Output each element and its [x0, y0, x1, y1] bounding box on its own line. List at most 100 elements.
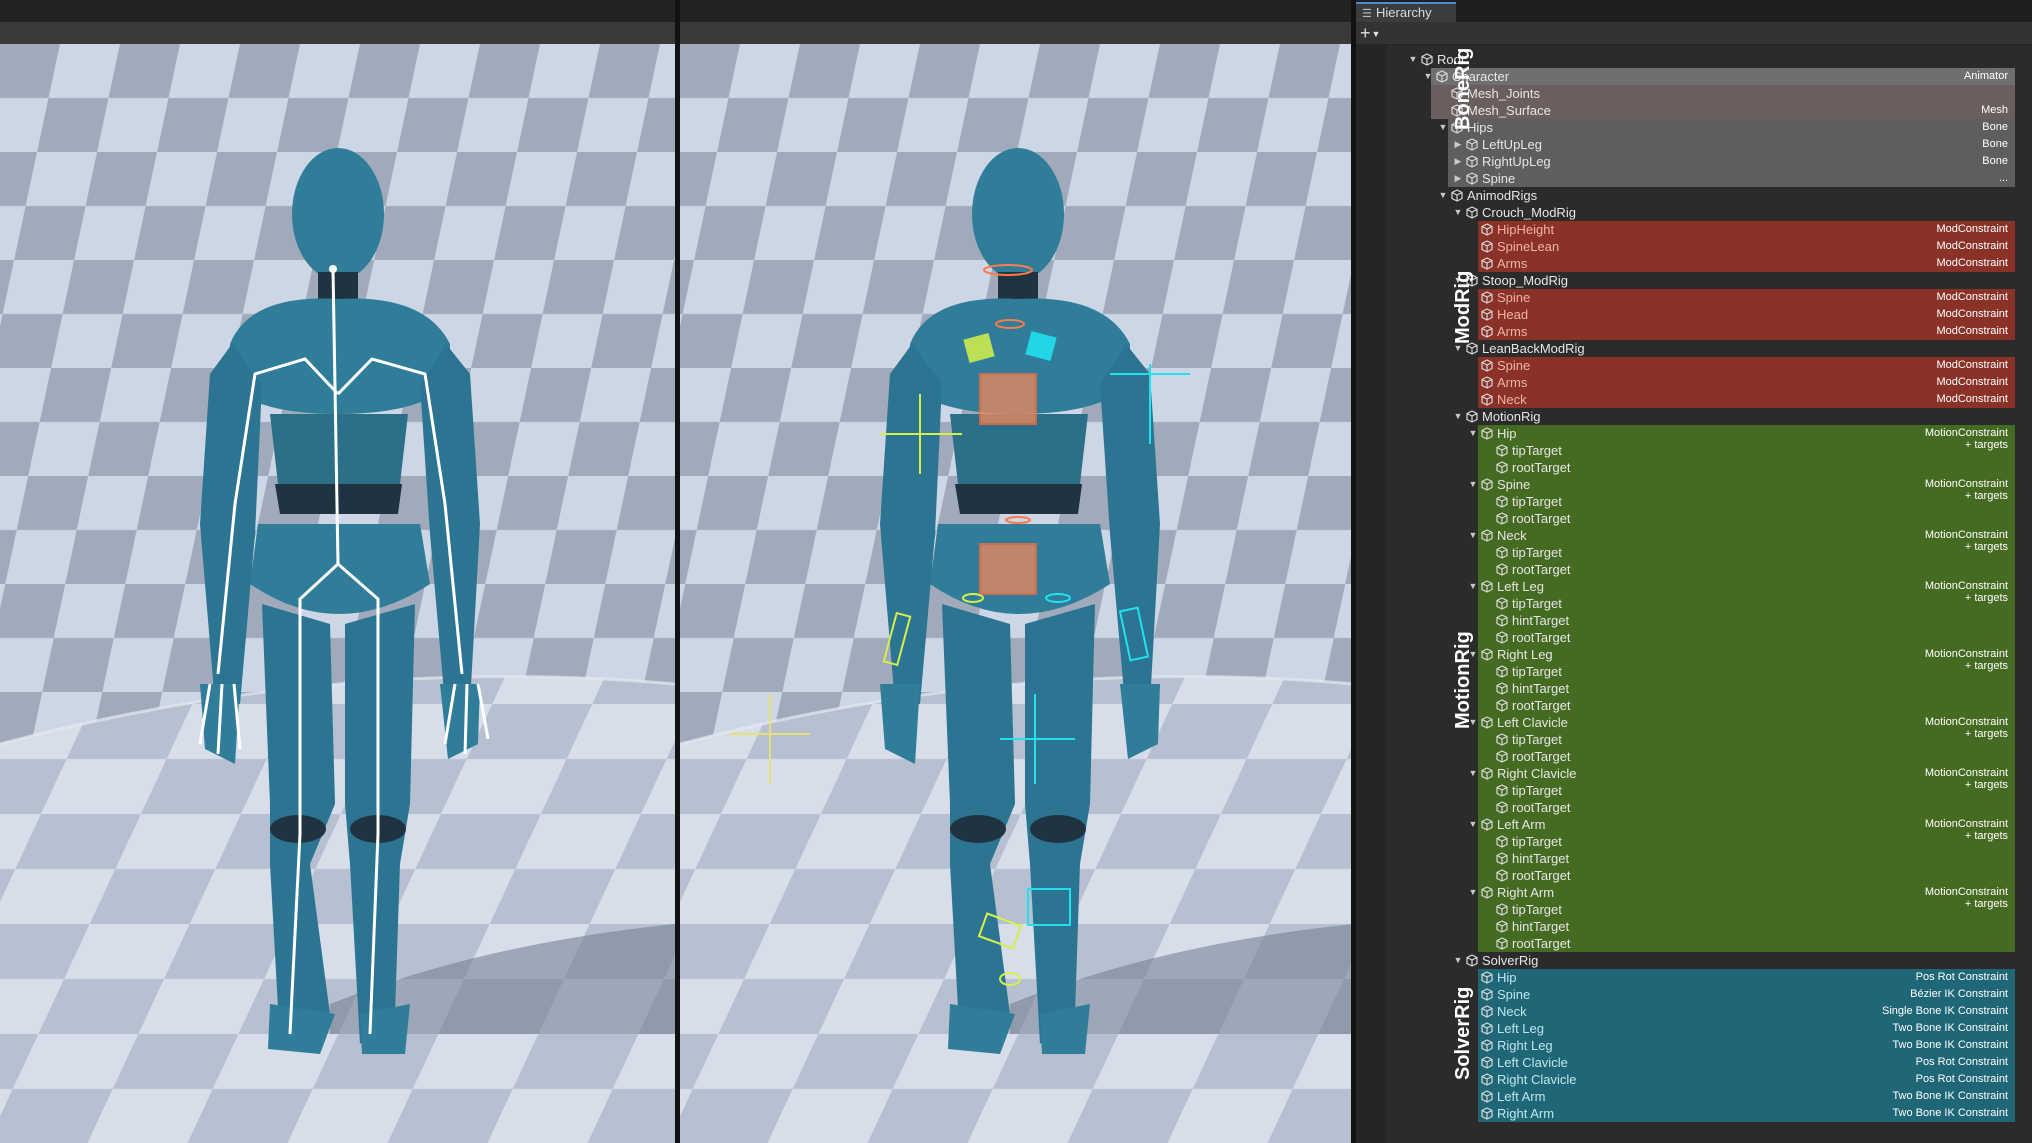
hierarchy-item-solverrig[interactable]: ▼ SolverRig [1356, 952, 2015, 969]
component-type-label: ModConstraint [1936, 359, 2008, 371]
hierarchy-item-label: hintTarget [1512, 851, 1570, 866]
hierarchy-item-crouch-modrig[interactable]: ▼ Crouch_ModRig [1356, 204, 2015, 221]
component-type-label: ModConstraint [1936, 325, 2008, 337]
hierarchy-item-left-arm[interactable]: Left Arm Two Bone IK Constraint [1356, 1088, 2015, 1105]
hierarchy-item-label: Spine [1497, 477, 1531, 492]
hierarchy-item-rightupleg[interactable]: ▶ RightUpLeg Bone [1356, 153, 2015, 170]
hierarchy-item-right-arm[interactable]: ▼ Right Arm MotionConstraint + targets [1356, 884, 2015, 910]
hierarchy-item-tiptarget[interactable]: tipTarget [1356, 544, 2015, 561]
collapse-arrow-icon[interactable]: ▶ [1453, 136, 1463, 153]
expand-arrow-icon[interactable]: ▼ [1453, 204, 1463, 221]
hierarchy-item-animodrigs[interactable]: ▼ AnimodRigs [1356, 187, 2015, 204]
hierarchy-item-label: tipTarget [1512, 783, 1562, 798]
hierarchy-item-right-clavicle[interactable]: ▼ Right Clavicle MotionConstraint + targets [1356, 765, 2015, 791]
hierarchy-item-left-leg[interactable]: ▼ Left Leg MotionConstraint + targets [1356, 578, 2015, 604]
gameobject-cube-icon [1481, 291, 1493, 304]
gameobject-cube-icon [1481, 325, 1493, 338]
hierarchy-item-label: Left Arm [1497, 1089, 1546, 1104]
expand-arrow-icon[interactable]: ▼ [1408, 51, 1418, 68]
hierarchy-item-hinttarget[interactable]: hintTarget [1356, 850, 2015, 867]
component-type-label: ModConstraint [1936, 257, 2008, 269]
tab-hierarchy[interactable]: ☰ Hierarchy [1356, 2, 1456, 22]
expand-arrow-icon[interactable]: ▼ [1468, 476, 1478, 493]
hierarchy-item-hipheight[interactable]: HipHeight ModConstraint [1356, 221, 2015, 238]
scene-viewport-left[interactable] [0, 0, 675, 1143]
expand-arrow-icon[interactable]: ▼ [1423, 68, 1433, 85]
gameobject-cube-icon [1466, 172, 1478, 185]
gameobject-cube-icon [1481, 1107, 1493, 1120]
scene-view-bone-rig[interactable] [0, 44, 675, 1143]
hierarchy-item-roottarget[interactable]: rootTarget [1356, 935, 2015, 952]
scene-viewport-right[interactable] [680, 0, 1354, 1143]
gameobject-cube-icon [1481, 478, 1493, 491]
hierarchy-item-label: Right Clavicle [1497, 766, 1577, 781]
expand-arrow-icon[interactable]: ▼ [1468, 884, 1478, 901]
hierarchy-item-spinelean[interactable]: SpineLean ModConstraint [1356, 238, 2015, 255]
component-type-label: Pos Rot Constraint [1915, 971, 2008, 983]
hierarchy-item-roottarget[interactable]: rootTarget [1356, 799, 2015, 816]
hierarchy-item-arms[interactable]: Arms ModConstraint [1356, 255, 2015, 272]
hierarchy-item-right-arm[interactable]: Right Arm Two Bone IK Constraint [1356, 1105, 2015, 1122]
hierarchy-item-label: rootTarget [1512, 800, 1571, 815]
hierarchy-item-label: Hip [1497, 970, 1517, 985]
expand-arrow-icon[interactable]: ▼ [1453, 408, 1463, 425]
gameobject-cube-icon [1496, 903, 1508, 916]
expand-arrow-icon[interactable]: ▼ [1468, 527, 1478, 544]
hierarchy-item-roottarget[interactable]: rootTarget [1356, 561, 2015, 578]
component-type-label: Bone [1982, 138, 2008, 150]
hierarchy-item-neck[interactable]: ▼ Neck MotionConstraint + targets [1356, 527, 2015, 553]
expand-arrow-icon[interactable]: ▼ [1468, 578, 1478, 595]
expand-arrow-icon[interactable]: ▼ [1453, 952, 1463, 969]
hierarchy-panel: ☰ Hierarchy +▼ ▼ Root ▼ Character Animator Mes… [1356, 0, 2032, 1143]
hierarchy-item-tiptarget[interactable]: tipTarget [1356, 442, 2015, 459]
hierarchy-item-spine[interactable]: ▼ Spine MotionConstraint + targets [1356, 476, 2015, 502]
component-type-label: ModConstraint [1936, 376, 2008, 388]
hierarchy-item-arms[interactable]: Arms ModConstraint [1356, 374, 2015, 391]
hierarchy-item-left-arm[interactable]: ▼ Left Arm MotionConstraint + targets [1356, 816, 2015, 842]
hierarchy-item-hinttarget[interactable]: hintTarget [1356, 612, 2015, 629]
hierarchy-item-label: Spine [1482, 171, 1516, 186]
hierarchy-item-tiptarget[interactable]: tipTarget [1356, 901, 2015, 918]
hierarchy-item-hip[interactable]: Hip Pos Rot Constraint [1356, 969, 2015, 986]
expand-arrow-icon[interactable]: ▼ [1438, 187, 1448, 204]
hierarchy-item-roottarget[interactable]: rootTarget [1356, 867, 2015, 884]
hierarchy-item-label: tipTarget [1512, 664, 1562, 679]
gameobject-cube-icon [1481, 971, 1493, 984]
hierarchy-item-roottarget[interactable]: rootTarget [1356, 510, 2015, 527]
hierarchy-item-motionrig[interactable]: ▼ MotionRig [1356, 408, 2015, 425]
gameobject-cube-icon [1481, 1073, 1493, 1086]
hierarchy-item-tiptarget[interactable]: tipTarget [1356, 493, 2015, 510]
expand-arrow-icon[interactable]: ▼ [1468, 425, 1478, 442]
hierarchy-item-roottarget[interactable]: rootTarget [1356, 459, 2015, 476]
hierarchy-item-neck[interactable]: Neck ModConstraint [1356, 391, 2015, 408]
hierarchy-item-tiptarget[interactable]: tipTarget [1356, 782, 2015, 799]
expand-arrow-icon[interactable]: ▼ [1438, 119, 1448, 136]
hierarchy-item-tiptarget[interactable]: tipTarget [1356, 731, 2015, 748]
gameobject-cube-icon [1496, 869, 1508, 882]
hierarchy-item-label: Left Clavicle [1497, 1055, 1568, 1070]
scene-view-constraint-gizmos[interactable] [680, 44, 1354, 1143]
chevron-down-icon: ▼ [1371, 29, 1381, 40]
hierarchy-item-tiptarget[interactable]: tipTarget [1356, 833, 2015, 850]
hierarchy-item-label: rootTarget [1512, 562, 1571, 577]
hierarchy-tree[interactable]: ▼ Root ▼ Character Animator Mesh_Joints Mesh_S… [1356, 44, 2032, 1143]
hierarchy-item-label: Left Leg [1497, 1021, 1544, 1036]
component-type-label: Mesh [1981, 104, 2008, 116]
expand-arrow-icon[interactable]: ▼ [1468, 816, 1478, 833]
collapse-arrow-icon[interactable]: ▶ [1453, 170, 1463, 187]
hierarchy-item-roottarget[interactable]: rootTarget [1356, 748, 2015, 765]
expand-arrow-icon[interactable]: ▼ [1468, 765, 1478, 782]
gameobject-cube-icon [1496, 461, 1508, 474]
hierarchy-item-hip[interactable]: ▼ Hip MotionConstraint + targets [1356, 425, 2015, 451]
gameobject-cube-icon [1451, 189, 1463, 202]
hierarchy-item-leftupleg[interactable]: ▶ LeftUpLeg Bone [1356, 136, 2015, 153]
component-type-label: Single Bone IK Constraint [1882, 1005, 2008, 1017]
hierarchy-item-spine[interactable]: ▶ Spine... [1356, 170, 2015, 187]
component-type-label: Two Bone IK Constraint [1892, 1022, 2008, 1034]
add-object-button[interactable]: +▼ [1360, 23, 1380, 44]
hierarchy-item-tiptarget[interactable]: tipTarget [1356, 595, 2015, 612]
collapse-arrow-icon[interactable]: ▶ [1453, 153, 1463, 170]
hierarchy-item-spine[interactable]: Spine ModConstraint [1356, 357, 2015, 374]
hierarchy-item-hinttarget[interactable]: hintTarget [1356, 918, 2015, 935]
component-type-label: ModConstraint [1936, 308, 2008, 320]
